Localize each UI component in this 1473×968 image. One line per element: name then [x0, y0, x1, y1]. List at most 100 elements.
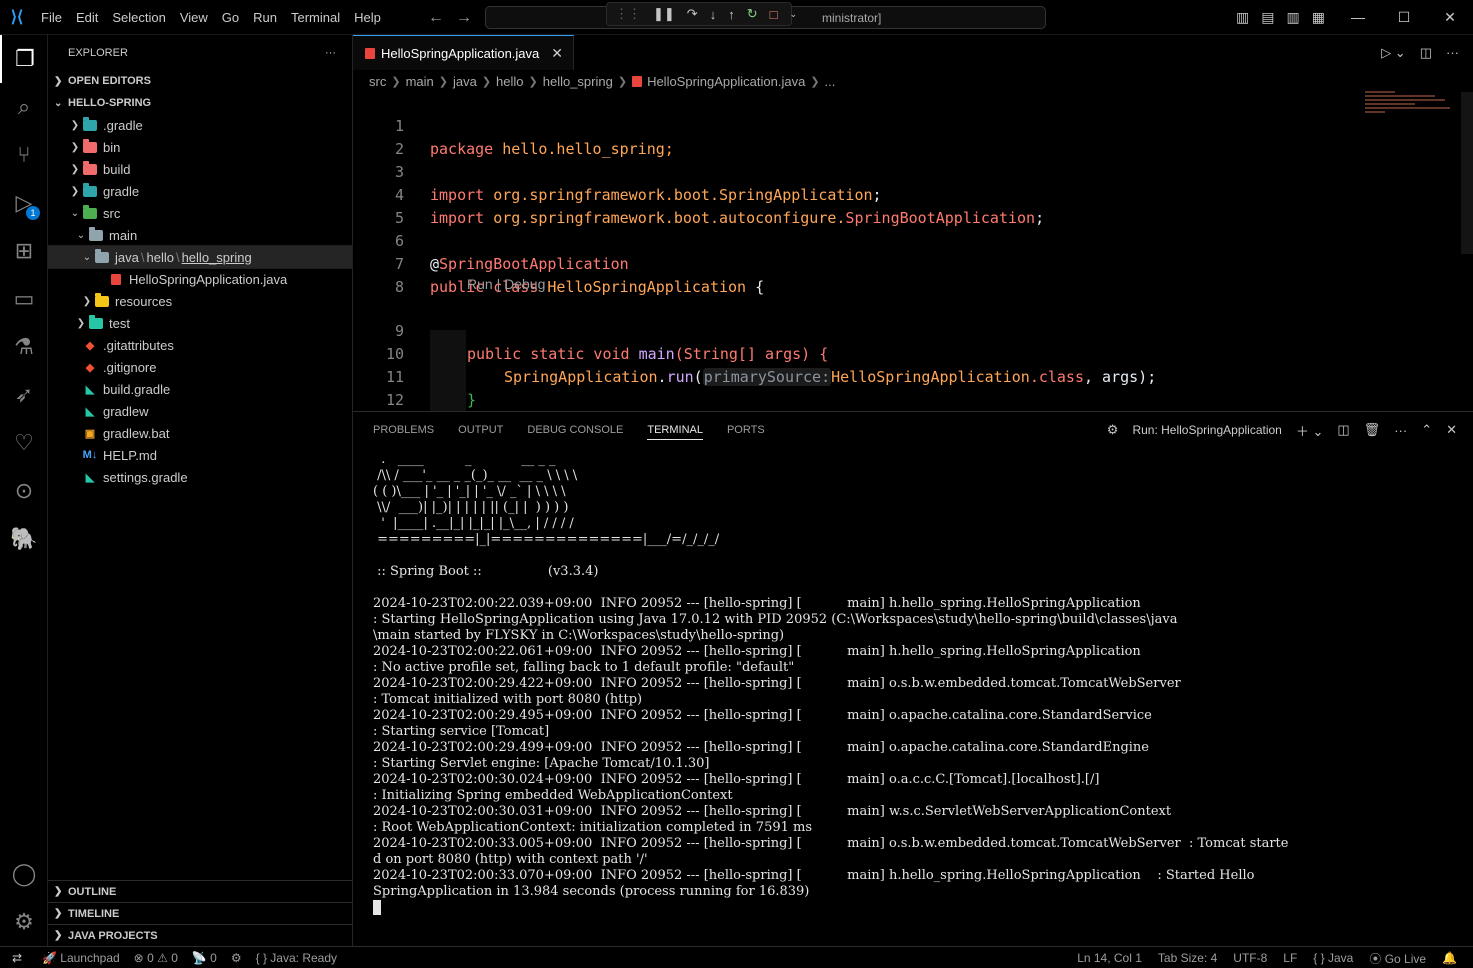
run-debug-icon[interactable]: ▷ 1 — [0, 179, 48, 227]
breadcrumb-item[interactable]: hello_spring — [543, 74, 613, 89]
run-icon[interactable]: ▷ ⌄ — [1381, 45, 1406, 61]
pause-icon[interactable]: ❚❚ — [653, 6, 675, 22]
tree-item-test[interactable]: ❯ test — [48, 312, 352, 334]
extensions-icon[interactable]: ⊞ — [0, 227, 48, 275]
forward-arrow-icon[interactable]: → — [456, 9, 472, 27]
breadcrumb-item[interactable]: HelloSpringApplication.java — [647, 74, 805, 89]
tree-item-build-gradle[interactable]: ◣ build.gradle — [48, 378, 352, 400]
tab-debug-console[interactable]: DEBUG CONSOLE — [527, 424, 623, 436]
menu-selection[interactable]: Selection — [105, 0, 172, 35]
tree-item-build[interactable]: ❯ build — [48, 158, 352, 180]
problems-item[interactable]: ⊗ 0 ⚠ 0 — [134, 951, 178, 965]
menu-file[interactable]: File — [34, 0, 69, 35]
terminal-prompt[interactable] — [373, 900, 1463, 916]
menu-help[interactable]: Help — [347, 0, 388, 35]
go-live-item[interactable]: ⦿ Go Live — [1369, 950, 1426, 967]
menu-go[interactable]: Go — [215, 0, 246, 35]
restart-icon[interactable]: ↻ — [747, 6, 758, 22]
tree-item-gitignore[interactable]: ◆ .gitignore — [48, 356, 352, 378]
menu-run[interactable]: Run — [246, 0, 284, 35]
java-projects-section[interactable]: ❯ JAVA PROJECTS — [48, 924, 353, 946]
encoding[interactable]: UTF-8 — [1233, 951, 1267, 965]
notifications-icon[interactable]: 🔔 — [1442, 951, 1457, 965]
outline-section[interactable]: ❯ OUTLINE — [48, 880, 353, 902]
customize-layout-icon[interactable]: ▦ — [1312, 9, 1325, 26]
chevron-down-icon[interactable]: ⌄ — [789, 9, 797, 20]
project-section[interactable]: ⌄ HELLO-SPRING — [48, 92, 352, 114]
new-terminal-icon[interactable]: ＋ ⌄ — [1296, 421, 1324, 440]
tab-ports[interactable]: PORTS — [727, 424, 765, 436]
tree-item-gradle[interactable]: ❯ gradle — [48, 180, 352, 202]
menu-terminal[interactable]: Terminal — [284, 0, 347, 35]
maximize-panel-icon[interactable]: ⌃ — [1421, 422, 1432, 438]
step-over-icon[interactable]: ↷ — [687, 6, 698, 22]
back-arrow-icon[interactable]: ← — [428, 9, 444, 27]
tree-item-help-md[interactable]: M↓ HELP.md — [48, 444, 352, 466]
testing-icon[interactable]: ⚗ — [0, 323, 48, 371]
spring-boot-icon[interactable]: ♡ — [0, 419, 48, 467]
terminal-run-label[interactable]: Run: HelloSpringApplication — [1132, 423, 1281, 437]
drag-handle-icon[interactable]: ⋮⋮ — [615, 6, 641, 22]
source-control-icon[interactable]: ⑂ — [0, 131, 48, 179]
trash-icon[interactable]: 🗑 — [1364, 422, 1381, 438]
remote-explorer-icon[interactable]: ▭ — [0, 275, 48, 323]
menu-view[interactable]: View — [173, 0, 215, 35]
end-of-line[interactable]: LF — [1283, 951, 1297, 965]
debug-status-icon[interactable]: ⚙ — [231, 951, 242, 965]
gradle-icon[interactable]: 🐘 — [0, 515, 48, 563]
step-into-icon[interactable]: ↓ — [710, 7, 717, 22]
maximize-icon[interactable]: ☐ — [1381, 0, 1427, 35]
more-actions-icon[interactable]: ··· — [1394, 423, 1407, 438]
tree-item-gradlew[interactable]: ◣ gradlew — [48, 400, 352, 422]
tree-item-main[interactable]: ⌄ main — [48, 224, 352, 246]
open-editors-section[interactable]: ❯ OPEN EDITORS — [48, 70, 352, 92]
more-actions-icon[interactable]: ··· — [325, 47, 336, 59]
split-editor-icon[interactable]: ◫ — [1420, 45, 1432, 61]
tab-hello-spring-application[interactable]: HelloSpringApplication.java ✕ — [353, 35, 574, 70]
launchpad-item[interactable]: 🚀 Launchpad — [42, 951, 120, 965]
gear-icon[interactable]: ⚙ — [0, 898, 48, 946]
tab-size[interactable]: Tab Size: 4 — [1158, 951, 1217, 965]
minimap[interactable] — [1365, 91, 1455, 131]
tree-item-settings-gradle[interactable]: ◣ settings.gradle — [48, 466, 352, 488]
breadcrumb-item[interactable]: java — [453, 74, 477, 89]
close-panel-icon[interactable]: ✕ — [1446, 422, 1457, 438]
remote-indicator-icon[interactable]: ⇄ — [0, 947, 34, 968]
close-tab-icon[interactable]: ✕ — [551, 45, 563, 62]
tree-item-gitattributes[interactable]: ◆ .gitattributes — [48, 334, 352, 356]
language-mode[interactable]: { } Java — [1313, 951, 1353, 965]
java-status-item[interactable]: { } Java: Ready — [256, 951, 337, 965]
breadcrumb-item[interactable]: main — [406, 74, 434, 89]
editor-scrollbar[interactable] — [1461, 92, 1473, 254]
toggle-secondary-sidebar-icon[interactable]: ▥ — [1286, 9, 1299, 26]
tree-item-bin[interactable]: ❯ bin — [48, 136, 352, 158]
breadcrumb-item[interactable]: src — [369, 74, 386, 89]
more-actions-icon[interactable]: ··· — [1446, 45, 1459, 60]
ports-item[interactable]: 📡 0 — [192, 951, 217, 965]
tree-item-gradlew-bat[interactable]: ▣ gradlew.bat — [48, 422, 352, 444]
tab-output[interactable]: OUTPUT — [458, 424, 503, 436]
tree-item-src[interactable]: ⌄ src — [48, 202, 352, 224]
rocket-icon[interactable]: ➶ — [0, 371, 48, 419]
tab-terminal[interactable]: TERMINAL — [647, 420, 703, 440]
menu-edit[interactable]: Edit — [69, 0, 105, 35]
tree-item-hello-spring-application[interactable]: HelloSpringApplication.java — [48, 268, 352, 290]
stop-icon[interactable]: □ — [770, 7, 778, 22]
codelens-run-debug[interactable]: Run | Debug — [467, 276, 545, 292]
toggle-sidebar-icon[interactable]: ▥ — [1236, 9, 1249, 26]
close-icon[interactable]: ✕ — [1427, 0, 1473, 35]
breadcrumb-item[interactable]: hello — [496, 74, 523, 89]
timeline-section[interactable]: ❯ TIMELINE — [48, 902, 353, 924]
tree-item-dot-gradle[interactable]: ❯ .gradle — [48, 114, 352, 136]
cursor-position[interactable]: Ln 14, Col 1 — [1077, 951, 1142, 965]
breadcrumb-item[interactable]: ... — [825, 74, 836, 89]
git-graph-icon[interactable]: ⊙ — [0, 467, 48, 515]
tree-item-resources[interactable]: ❯ resources — [48, 290, 352, 312]
step-out-icon[interactable]: ↑ — [728, 7, 735, 22]
split-terminal-icon[interactable]: ◫ — [1337, 422, 1349, 438]
account-icon[interactable]: ◯ — [0, 850, 48, 898]
terminal-output[interactable]: . ____ _ __ _ _ /\\ / ___'_ __ _ _(_)_ _… — [373, 452, 1463, 916]
explorer-icon[interactable]: ❐ — [0, 35, 48, 83]
toggle-panel-icon[interactable]: ▤ — [1261, 9, 1274, 26]
tree-item-java-package[interactable]: ⌄ java \ hello \ hello_spring — [47, 245, 353, 269]
